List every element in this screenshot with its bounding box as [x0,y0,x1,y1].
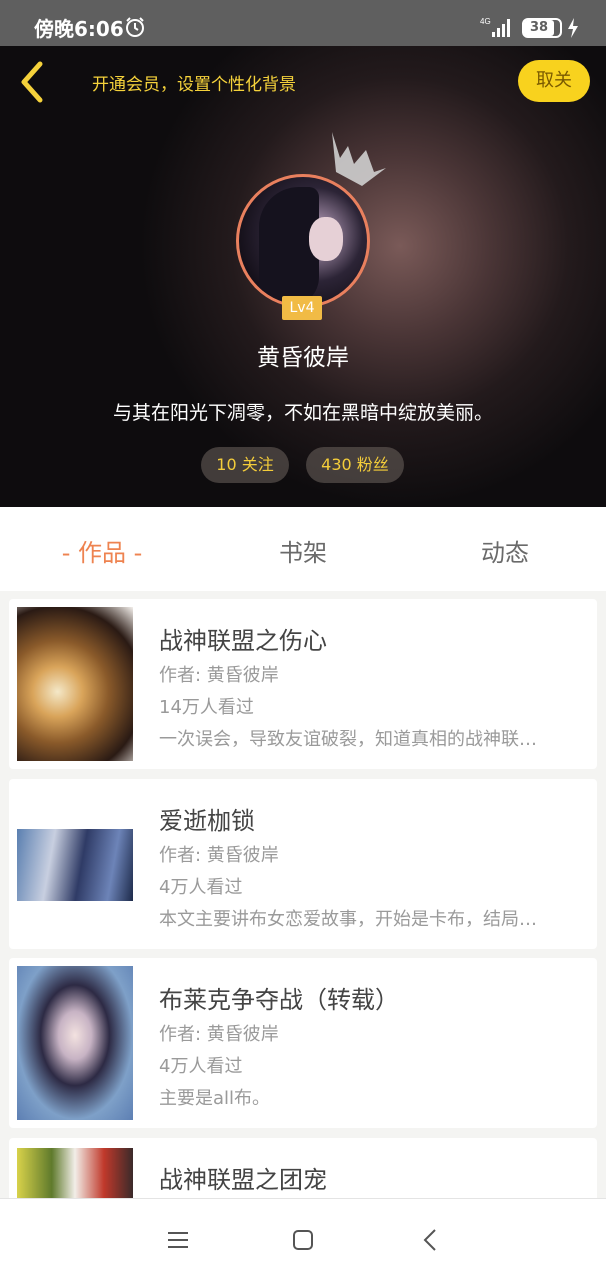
alarm-icon [126,17,144,37]
work-author: 作者: 黄昏彼岸 [159,1024,279,1045]
crown-icon [332,132,386,186]
home-icon[interactable] [290,1227,316,1253]
user-signature: 与其在阳光下凋零，不如在黑暗中绽放美丽。 [112,402,493,424]
status-time: 傍晚6:06 [34,17,124,41]
work-card[interactable]: 爱逝枷锁 作者: 黄昏彼岸 4万人看过 本文主要讲布女恋爱故事，开始是卡布，结局… [9,779,597,949]
avatar[interactable] [236,174,370,308]
work-views: 14万人看过 [159,697,254,718]
back-arrow-icon[interactable] [14,60,50,104]
tab-works[interactable]: - 作品 - [22,533,182,568]
work-card[interactable]: 布莱克争夺战（转载） 作者: 黄昏彼岸 4万人看过 主要是all布。 [9,958,597,1128]
work-description: 本文主要讲布女恋爱故事，开始是卡布，结局… [159,909,537,930]
work-card[interactable]: 战神联盟之伤心 作者: 黄昏彼岸 14万人看过 一次误会，导致友谊破裂，知道真相… [9,599,597,769]
work-author: 作者: 黄昏彼岸 [159,665,279,686]
level-badge: Lv4 [282,296,322,320]
following-count[interactable]: 10 关注 [201,447,289,483]
username: 黄昏彼岸 [257,345,349,371]
tab-feed[interactable]: 动态 [425,533,585,568]
battery-icon: 38 [522,18,562,38]
menu-icon[interactable] [165,1227,191,1253]
back-icon[interactable] [418,1227,444,1253]
work-title: 战神联盟之团宠 [159,1166,327,1194]
work-views: 4万人看过 [159,1056,243,1077]
system-nav-bar [0,1198,606,1280]
battery-level: 38 [524,20,554,36]
avatar-face [309,217,343,261]
tab-bookshelf[interactable]: 书架 [223,533,383,568]
work-title: 爱逝枷锁 [159,807,255,835]
vip-background-prompt[interactable]: 开通会员，设置个性化背景 [92,70,296,95]
profile-header: 开通会员，设置个性化背景 取关 Lv4 黄昏彼岸 与其在阳光下凋零，不如在黑暗中… [0,46,606,507]
work-description: 主要是all布。 [159,1088,271,1109]
work-description: 一次误会，导致友谊破裂，知道真相的战神联… [159,729,537,750]
profile-tabs: - 作品 - 书架 动态 [0,507,606,591]
work-author: 作者: 黄昏彼岸 [159,845,279,866]
cover-image [17,607,133,761]
signal-icon: 4G [480,17,510,37]
work-title: 战神联盟之伤心 [159,627,327,655]
cover-image [17,829,133,901]
cover-image [17,966,133,1120]
work-views: 4万人看过 [159,877,243,898]
charge-icon [568,18,578,38]
svg-text:4G: 4G [480,17,491,26]
status-bar: 傍晚6:06 4G 38 [0,0,606,46]
followers-count[interactable]: 430 粉丝 [306,447,404,483]
work-title: 布莱克争夺战（转载） [159,986,399,1014]
unfollow-button[interactable]: 取关 [518,60,590,102]
